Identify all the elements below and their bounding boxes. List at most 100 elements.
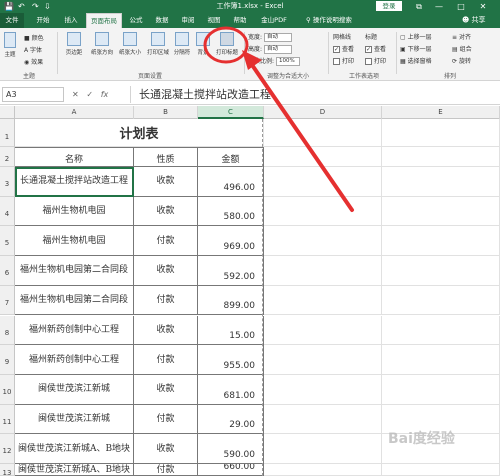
cell-type[interactable]: 付款 (134, 226, 198, 257)
size-button[interactable]: 纸张大小 (116, 32, 144, 56)
row-header[interactable]: 1 (0, 119, 15, 147)
cell-type[interactable]: 收款 (134, 167, 198, 197)
cell-amount[interactable]: 590.00 (198, 434, 264, 464)
cell-type[interactable]: 收款 (134, 434, 198, 464)
cell[interactable] (264, 285, 382, 316)
cell[interactable] (264, 256, 382, 286)
cell[interactable] (382, 285, 500, 316)
tab-formulas[interactable]: 公式 (124, 13, 148, 28)
margins-button[interactable]: 页边距 (60, 32, 88, 56)
login-button[interactable]: 登录 (376, 1, 402, 11)
cell-name[interactable]: 福州生物机电园 (15, 226, 134, 257)
cell[interactable] (264, 404, 382, 435)
column-header-a[interactable]: A (15, 106, 134, 119)
print-area-button[interactable]: 打印区域 (144, 32, 172, 56)
cancel-icon[interactable]: ✕ (72, 90, 79, 99)
cell-name[interactable]: 长通混凝土搅拌站改造工程 (15, 167, 134, 197)
effects-button[interactable]: ◉ 效果 (24, 57, 43, 66)
cell-type[interactable]: 收款 (134, 315, 198, 346)
enter-icon[interactable]: ✓ (86, 90, 93, 99)
ribbon-display-options-icon[interactable]: ⧉ (412, 0, 426, 13)
scale-spinner[interactable]: 100% (276, 57, 301, 66)
column-header-c[interactable]: C (198, 106, 264, 119)
breaks-button[interactable]: 分隔符 (170, 32, 194, 56)
headings-print-checkbox[interactable]: 打印 (365, 56, 386, 65)
cell-amount[interactable]: 955.00 (198, 345, 264, 375)
share-button[interactable]: ☻ 共享 (462, 13, 486, 28)
column-header-e[interactable]: E (382, 106, 500, 119)
cell-name[interactable]: 福州新药创制中心工程 (15, 315, 134, 346)
cell[interactable] (382, 196, 500, 227)
cell-name[interactable]: 福州新药创制中心工程 (15, 345, 134, 375)
row-header[interactable]: 5 (0, 226, 15, 257)
cell-amount[interactable]: 969.00 (198, 226, 264, 257)
cell-amount[interactable]: 496.00 (198, 167, 264, 197)
cell-amount[interactable]: 580.00 (198, 196, 264, 227)
cell-name[interactable]: 福州生物机电园第二合同段 (15, 256, 134, 286)
headings-view-checkbox[interactable]: ✓ 查看 (365, 44, 386, 53)
tab-review[interactable]: 审阅 (176, 13, 200, 28)
print-titles-button[interactable]: 打印标题 (213, 32, 241, 56)
cell[interactable] (382, 119, 500, 147)
cell-amount[interactable]: 15.00 (198, 315, 264, 346)
cell-type[interactable]: 付款 (134, 345, 198, 375)
cell-name[interactable]: 闽侯世茂滨江新城 (15, 374, 134, 405)
cell[interactable] (264, 226, 382, 257)
cell-name[interactable]: 福州生物机电园第二合同段 (15, 285, 134, 316)
themes-button[interactable]: 主题 (3, 32, 17, 58)
tab-insert[interactable]: 插入 (58, 13, 84, 28)
cell-type[interactable]: 收款 (134, 374, 198, 405)
row-header[interactable]: 10 (0, 374, 15, 405)
cell[interactable] (382, 167, 500, 197)
cell[interactable] (264, 434, 382, 464)
formula-input[interactable]: 长通混凝土搅拌站改造工程 (130, 86, 498, 103)
fx-icon[interactable]: fx (101, 90, 109, 99)
cell-type[interactable]: 收款 (134, 196, 198, 227)
rotate-button[interactable]: ⟳ 旋转 (452, 56, 471, 65)
row-header[interactable]: 7 (0, 285, 15, 316)
header-name[interactable]: 名称 (15, 147, 134, 167)
cell[interactable] (382, 226, 500, 257)
close-button[interactable]: ✕ (476, 0, 490, 13)
cell-name[interactable]: 闽侯世茂滨江新城 (15, 404, 134, 435)
header-type[interactable]: 性质 (134, 147, 198, 167)
cell-amount[interactable]: 899.00 (198, 285, 264, 316)
cell[interactable] (382, 345, 500, 375)
row-header[interactable]: 2 (0, 147, 15, 167)
group-objects-button[interactable]: ▤ 组合 (452, 44, 472, 53)
cell[interactable] (382, 374, 500, 405)
orientation-button[interactable]: 纸张方向 (88, 32, 116, 56)
gridlines-print-checkbox[interactable]: 打印 (333, 56, 354, 65)
cell-name[interactable]: 闽侯世茂滨江新城A、B地块 (15, 434, 134, 464)
cell[interactable] (264, 147, 382, 167)
cell[interactable] (264, 167, 382, 197)
width-dropdown[interactable]: 自动 (264, 33, 293, 42)
header-amount[interactable]: 金额 (198, 147, 264, 167)
cell[interactable] (382, 147, 500, 167)
tab-help[interactable]: 帮助 (228, 13, 252, 28)
minimize-button[interactable]: — (432, 0, 446, 13)
gridlines-view-checkbox[interactable]: ✓ 查看 (333, 44, 354, 53)
cell[interactable] (264, 464, 382, 476)
cell-name[interactable]: 福州生物机电园 (15, 196, 134, 227)
send-backward-button[interactable]: ▣ 下移一层 (400, 44, 432, 53)
cell-type[interactable]: 付款 (134, 285, 198, 316)
tab-home[interactable]: 开始 (30, 13, 56, 28)
background-button[interactable]: 背景 (194, 32, 212, 56)
cell[interactable] (382, 315, 500, 346)
fonts-button[interactable]: A 字体 (24, 45, 42, 54)
tab-kingsoft-pdf[interactable]: 金山PDF (254, 13, 294, 28)
cell-type[interactable]: 收款 (134, 256, 198, 286)
cell-name[interactable]: 闽侯世茂滨江新城A、B地块 (15, 464, 134, 476)
row-header[interactable]: 4 (0, 196, 15, 227)
tab-data[interactable]: 数据 (150, 13, 174, 28)
column-header-b[interactable]: B (134, 106, 198, 119)
cell[interactable] (264, 374, 382, 405)
row-header[interactable]: 6 (0, 256, 15, 286)
row-header[interactable]: 13 (0, 464, 15, 476)
row-header[interactable]: 3 (0, 167, 15, 197)
select-all-corner[interactable] (0, 106, 15, 119)
tab-file[interactable]: 文件 (0, 13, 24, 28)
sheet-title[interactable]: 计划表 (15, 119, 264, 147)
cell-amount[interactable]: 29.00 (198, 404, 264, 435)
